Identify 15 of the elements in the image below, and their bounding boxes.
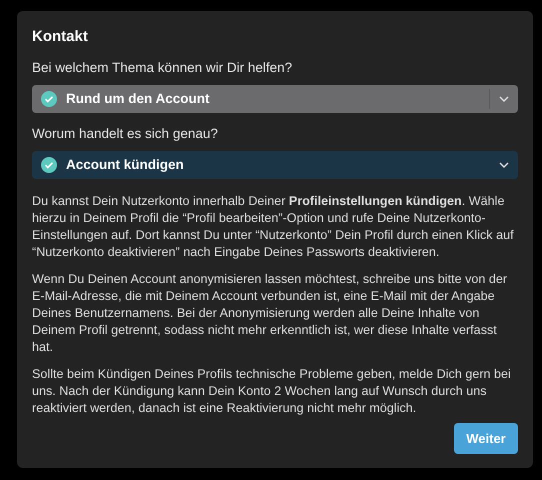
chevron-down-icon	[499, 96, 509, 102]
field-label: Worum handelt es sich genau?	[32, 125, 219, 143]
paragraph: Wenn Du Deinen Account anonymisieren lassen möchtest, schreibe uns bitte von der E-Mail-Adresse, die mit Deinem Account verbunden ist, eine E-Mail mit der Angabe Deines Benutzernamens. Bei der Anonymisierung werden alle Deine Inhalte von Deinem Profil getrennt, sodass nicht mehr erkenntlich ist, wer diese Inhalte verfasst hat.	[32, 271, 508, 356]
field-label: Bei welchem Thema können wir Dir helfen?	[32, 59, 294, 77]
select-value: Account kündigen	[66, 156, 185, 174]
check-circle-icon	[41, 157, 57, 173]
select-field[interactable]: Account kündigen	[32, 151, 518, 179]
paragraph: Du kannst Dein Nutzerkonto innerhalb Deiner Profileinstellungen kündigen. Wähle hierzu in Deinem Profil die “Profil bearbeiten”-Option und rufe Deine Nutzerkonto-Einstellungen auf. Dort kannst Du unter “Nutzerkonto” Dein Profil durch einen Klick auf “Nutzerkonto deaktivieren” nach Eingabe Deines Passworts deaktivieren.	[32, 193, 515, 261]
check-circle-icon	[41, 91, 57, 107]
next-button[interactable]: Weiter	[454, 423, 518, 454]
dialog-title: Kontakt	[32, 27, 89, 47]
select-value: Rund um den Account	[66, 90, 210, 108]
select-field[interactable]: Rund um den Account	[32, 85, 518, 113]
chevron-down-icon	[499, 162, 509, 168]
paragraph: Sollte beim Kündigen Deines Profils technische Probleme geben, melde Dich gern bei uns. Nach der Kündigung kann Dein Konto 2 Wochen lang auf Wunsch durch uns reaktiviert werden, danach ist eine Reaktivierung nicht mehr möglich.	[32, 366, 512, 417]
